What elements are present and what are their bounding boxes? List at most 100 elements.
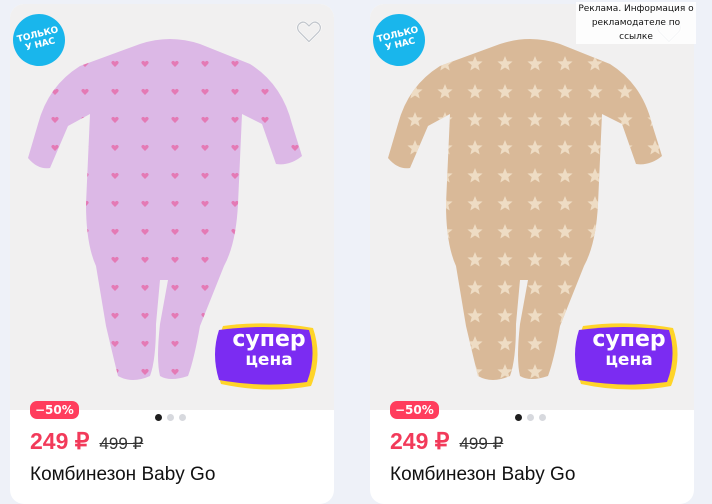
pattern-heart	[291, 116, 299, 123]
pattern-heart	[81, 284, 89, 291]
pattern-heart	[261, 200, 269, 207]
pattern-star	[407, 280, 423, 295]
pattern-heart	[51, 284, 59, 291]
product-card[interactable]: ТОЛЬКО У НАС супер цена −50% 249 ₽ 499 ₽…	[10, 4, 334, 504]
discount-badge: −50%	[30, 401, 79, 419]
super-price-line1: супер	[232, 327, 306, 352]
discount-badge: −50%	[390, 401, 439, 419]
price-row: 249 ₽ 499 ₽	[30, 428, 143, 455]
pattern-star	[647, 280, 662, 295]
pattern-star	[437, 308, 453, 323]
pattern-heart	[51, 368, 59, 375]
pattern-heart	[261, 284, 269, 291]
carousel-dot[interactable]	[515, 414, 522, 421]
only-here-badge-text: ТОЛЬКО У НАС	[16, 25, 60, 54]
image-carousel-dots[interactable]	[515, 414, 546, 421]
pattern-heart	[291, 172, 299, 179]
pattern-star	[407, 308, 423, 323]
pattern-heart	[261, 144, 269, 151]
carousel-dot[interactable]	[167, 414, 174, 421]
super-price-sticker: супер цена	[213, 322, 321, 392]
pattern-heart	[291, 312, 299, 319]
pattern-star	[617, 308, 633, 323]
pattern-star	[647, 196, 662, 211]
pattern-star	[647, 168, 662, 183]
pattern-heart	[261, 172, 269, 179]
pattern-star	[437, 280, 453, 295]
ad-disclosure-link[interactable]: Реклама. Информация о рекламодателе по с…	[576, 2, 696, 44]
pattern-star	[587, 308, 603, 323]
old-price: 499 ₽	[99, 434, 144, 453]
pattern-star	[647, 224, 662, 239]
image-carousel-dots[interactable]	[155, 414, 186, 421]
pattern-star	[647, 84, 662, 99]
pattern-heart	[81, 312, 89, 319]
pattern-star	[617, 56, 633, 71]
pattern-star	[587, 280, 603, 295]
pattern-star	[647, 56, 662, 71]
pattern-star	[617, 196, 633, 211]
pattern-star	[617, 280, 633, 295]
pattern-heart	[81, 340, 89, 347]
pattern-heart	[81, 256, 89, 263]
pattern-star	[437, 364, 453, 379]
pattern-heart	[51, 312, 59, 319]
price-row: 249 ₽ 499 ₽	[390, 428, 503, 455]
pattern-star	[587, 252, 603, 267]
pattern-heart	[51, 256, 59, 263]
favorite-heart-icon[interactable]	[294, 16, 324, 46]
carousel-dot[interactable]	[527, 414, 534, 421]
pattern-star	[617, 168, 633, 183]
pattern-star	[407, 168, 423, 183]
pattern-heart	[81, 368, 89, 375]
only-here-badge-text: ТОЛЬКО У НАС	[376, 25, 420, 54]
super-price-line2: цена	[245, 350, 293, 370]
pattern-star	[407, 364, 423, 379]
pattern-star	[437, 252, 453, 267]
pattern-heart	[291, 60, 299, 67]
pattern-star	[407, 336, 423, 351]
pattern-star	[407, 196, 423, 211]
pattern-heart	[51, 228, 59, 235]
pattern-heart	[231, 284, 239, 291]
product-photo[interactable]: ТОЛЬКО У НАС супер цена	[370, 4, 694, 410]
super-price-line1: супер	[592, 327, 666, 352]
pattern-heart	[291, 256, 299, 263]
pattern-heart	[261, 312, 269, 319]
pattern-star	[437, 336, 453, 351]
pattern-heart	[291, 200, 299, 207]
pattern-heart	[261, 256, 269, 263]
carousel-dot[interactable]	[155, 414, 162, 421]
pattern-star	[557, 336, 573, 351]
carousel-dot[interactable]	[179, 414, 186, 421]
pattern-heart	[261, 228, 269, 235]
pattern-heart	[231, 256, 239, 263]
pattern-heart	[51, 340, 59, 347]
product-photo[interactable]: ТОЛЬКО У НАС супер цена	[10, 4, 334, 410]
old-price: 499 ₽	[459, 434, 504, 453]
pattern-heart	[81, 144, 89, 151]
pattern-heart	[51, 200, 59, 207]
pattern-heart	[201, 340, 209, 347]
pattern-star	[407, 252, 423, 267]
pattern-heart	[51, 172, 59, 179]
pattern-star	[557, 364, 573, 379]
super-price-line2: цена	[605, 350, 653, 370]
pattern-heart	[261, 60, 269, 67]
pattern-star	[617, 224, 633, 239]
pattern-star	[647, 308, 662, 323]
pattern-star	[647, 252, 662, 267]
pattern-heart	[291, 88, 299, 95]
product-title[interactable]: Комбинезон Baby Go	[30, 464, 215, 486]
product-title[interactable]: Комбинезон Baby Go	[390, 464, 575, 486]
pattern-heart	[231, 312, 239, 319]
product-card[interactable]: ТОЛЬКО У НАС супер цена −50% 249 ₽ 499 ₽…	[370, 4, 694, 504]
pattern-heart	[81, 116, 89, 123]
super-price-sticker: супер цена	[573, 322, 681, 392]
pattern-heart	[201, 368, 209, 375]
pattern-heart	[291, 228, 299, 235]
pattern-star	[617, 252, 633, 267]
current-price: 249 ₽	[30, 428, 90, 454]
carousel-dot[interactable]	[539, 414, 546, 421]
pattern-heart	[81, 228, 89, 235]
